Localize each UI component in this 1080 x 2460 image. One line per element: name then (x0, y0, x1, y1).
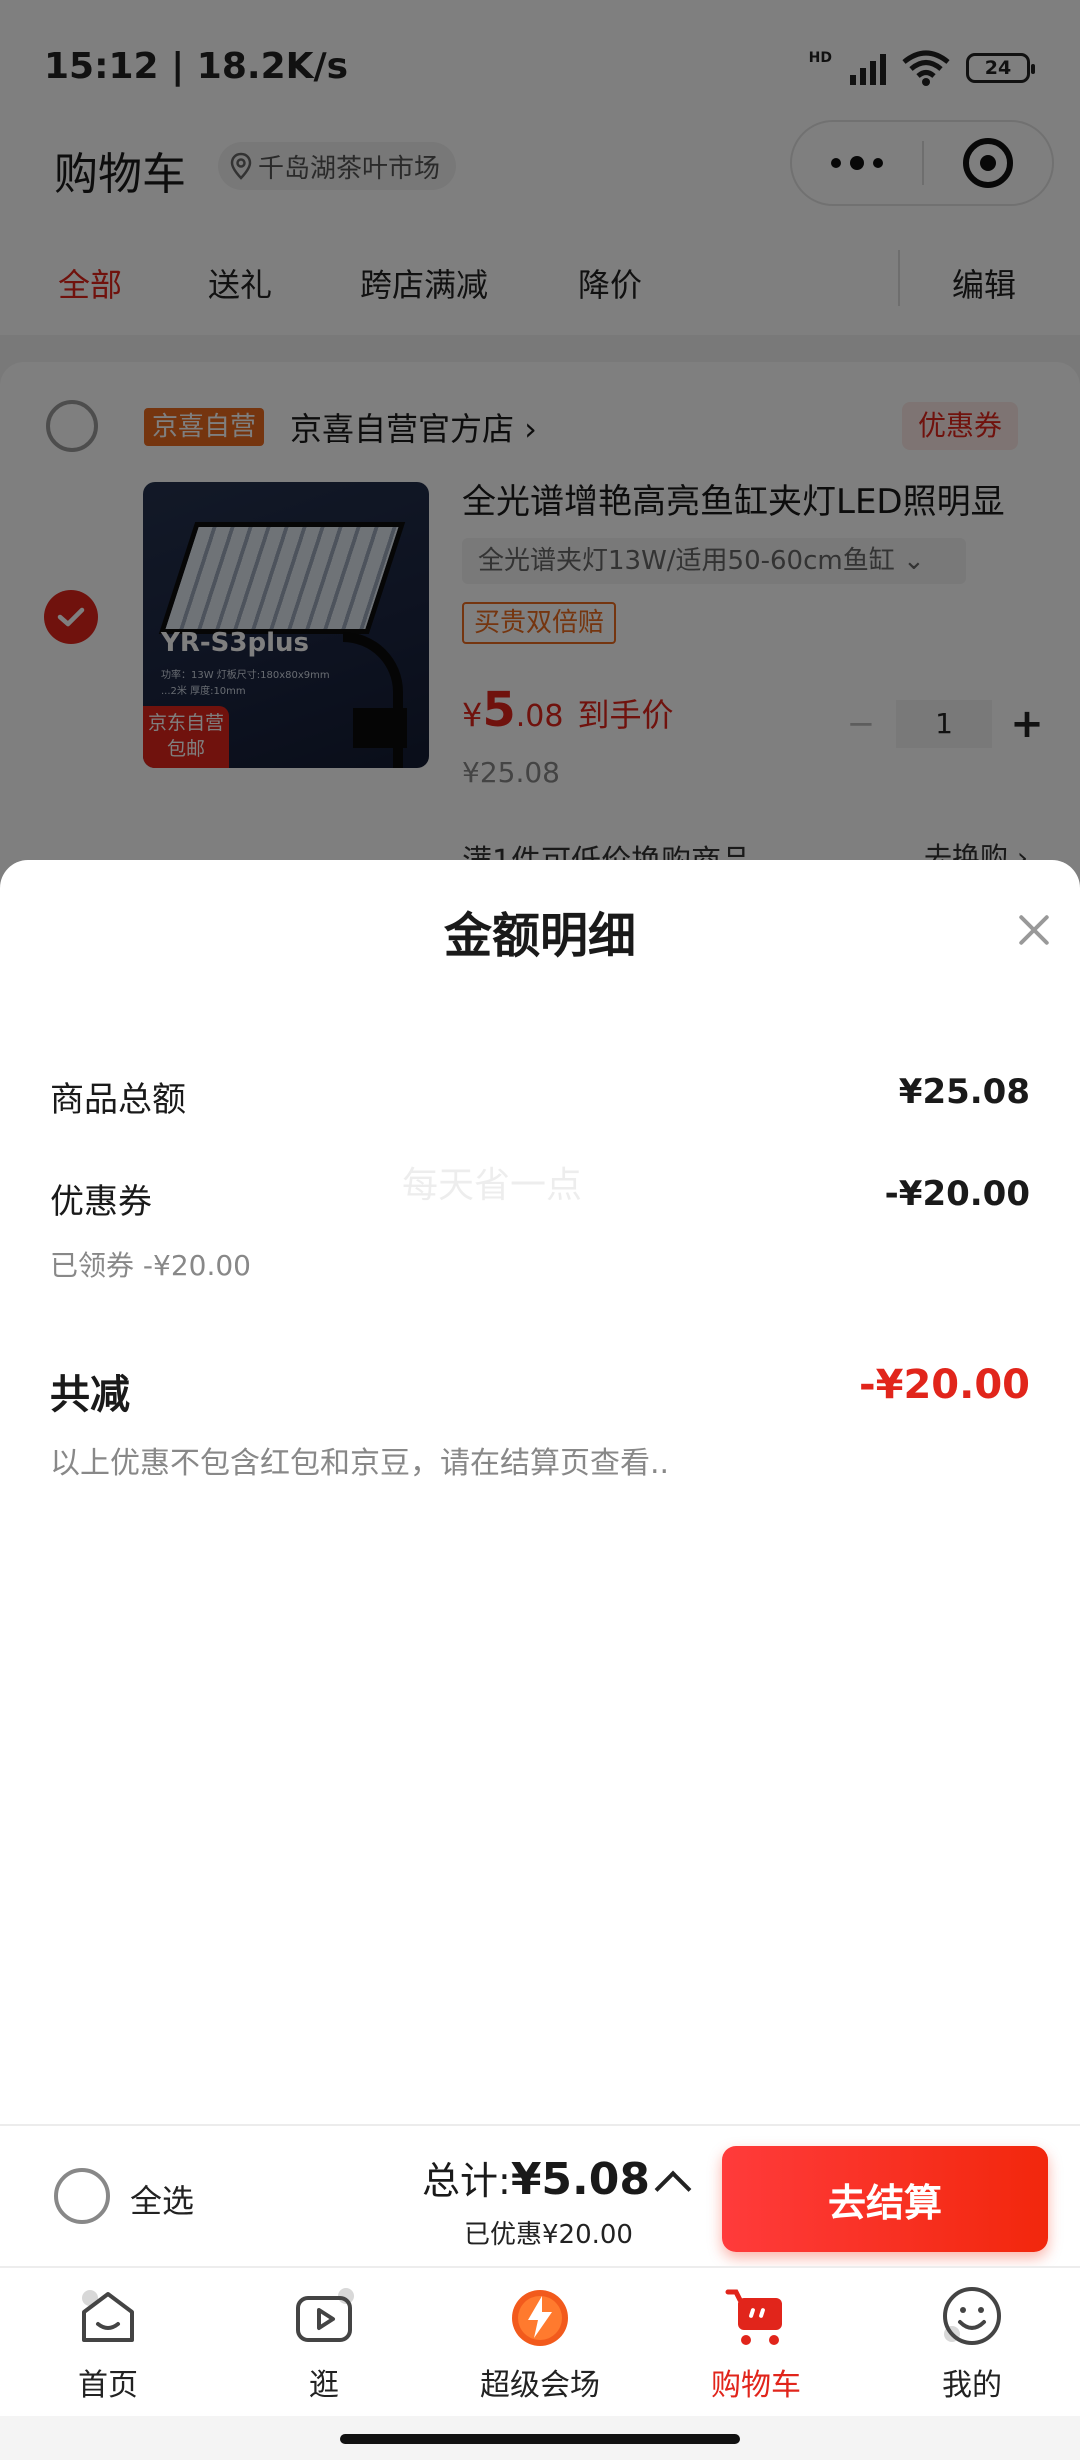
cart-icon (725, 2289, 782, 2345)
total-price: 总计: ¥5.08 (422, 2150, 650, 2205)
profile-face-icon (943, 2287, 1001, 2345)
super-venue-icon (512, 2290, 568, 2346)
sheet-title: 金额明细 (443, 908, 636, 964)
tabbar-item-browse[interactable]: 逛 (216, 2268, 432, 2418)
saved-amount: 已优惠¥20.00 (464, 2220, 633, 2250)
tabbar-label-cart: 购物车 (711, 2368, 801, 2403)
select-all-label[interactable]: 全选 (130, 2176, 194, 2222)
home-indicator[interactable] (340, 2434, 740, 2444)
chevron-up-icon[interactable] (654, 2170, 692, 2208)
total-discount-label: 共减 (50, 1372, 130, 1418)
tabbar-label-super-venue: 超级会场 (480, 2368, 600, 2403)
total-discount-value: -¥20.00 (859, 1362, 1030, 1408)
subtotal-value: ¥25.08 (898, 1072, 1030, 1112)
close-icon[interactable] (1014, 910, 1054, 950)
tabbar-item-cart[interactable]: 购物车 (648, 2268, 864, 2418)
home-icon (82, 2290, 134, 2342)
discount-note: 以上优惠不包含红包和京豆，请在结算页查看.. (50, 1446, 670, 1481)
tabbar-item-profile[interactable]: 我的 (864, 2268, 1080, 2418)
tabbar-item-super-venue[interactable]: 超级会场 (432, 2268, 648, 2418)
tabbar-item-home[interactable]: 首页 (0, 2268, 216, 2418)
tabbar-label-browse: 逛 (309, 2368, 339, 2403)
select-all-checkbox[interactable] (54, 2168, 110, 2224)
bottom-tab-bar: 首页 逛 超级会场 购物车 我的 (0, 2266, 1080, 2416)
coupon-sub-text: 已领券 -¥20.00 (50, 1249, 251, 1282)
coupon-label: 优惠券 (50, 1182, 152, 1222)
coupon-value: -¥20.00 (884, 1174, 1030, 1214)
tabbar-label-home: 首页 (78, 2368, 138, 2403)
subtotal-label: 商品总额 (50, 1080, 186, 1120)
tabbar-label-profile: 我的 (942, 2368, 1002, 2403)
watermark-text: 每天省一点 (402, 1165, 583, 1206)
total-amount: ¥5.08 (510, 2154, 650, 2205)
checkout-bar: 全选 总计: ¥5.08 已优惠¥20.00 去结算 (0, 2124, 1080, 2266)
video-play-icon (296, 2288, 354, 2342)
amount-detail-sheet: 金额明细 每天省一点 商品总额 ¥25.08 优惠券 -¥20.00 已领券 -… (0, 860, 1080, 2124)
checkout-button[interactable]: 去结算 (722, 2146, 1048, 2252)
total-label: 总计: (422, 2159, 511, 2203)
